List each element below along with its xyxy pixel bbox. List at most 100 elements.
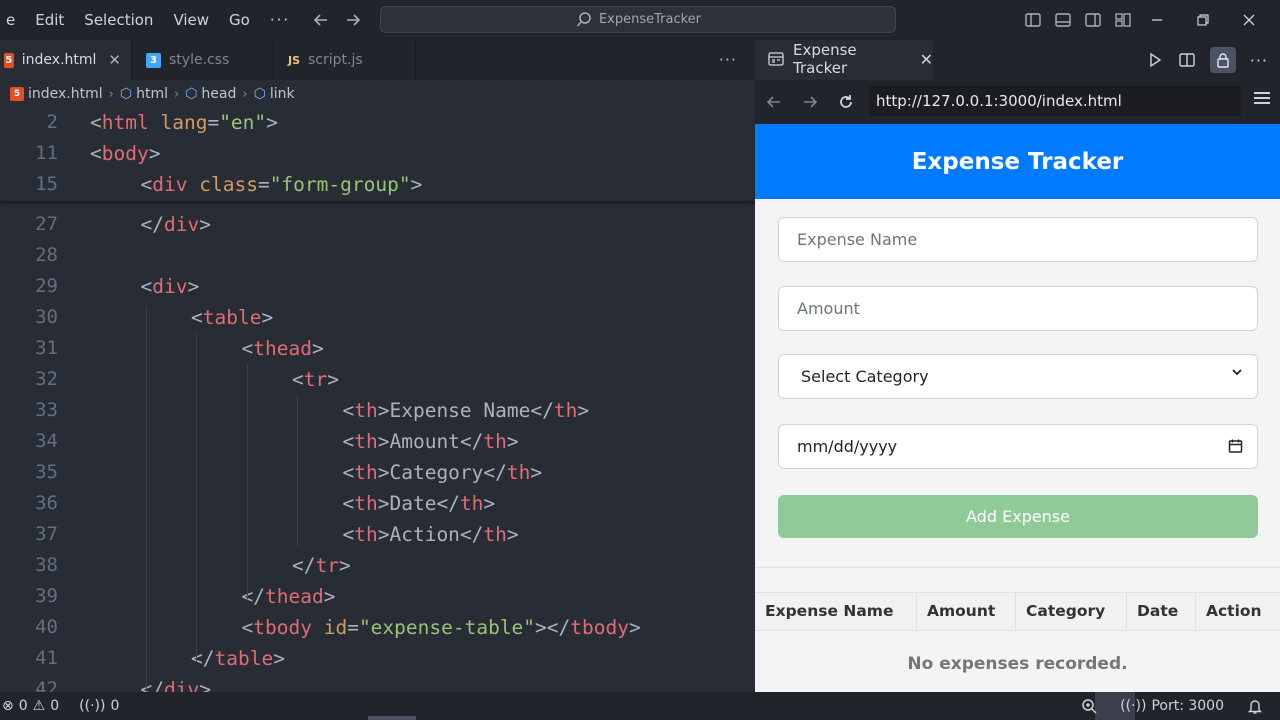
menu-go[interactable]: Go — [219, 0, 260, 40]
code-token: < — [342, 523, 355, 546]
toggle-panel-icon[interactable] — [1054, 11, 1072, 29]
code-line[interactable]: 2 <html lang="en"> — [0, 108, 755, 138]
column-header-action: Action — [1206, 602, 1262, 620]
browser-forward-icon[interactable] — [801, 93, 819, 111]
code-line[interactable]: 40 <tbody id="expense-table"></tbody> — [0, 612, 755, 643]
tab-style-css[interactable]: 3 style.css — [132, 40, 274, 80]
code-line[interactable]: 27 </div> — [0, 209, 755, 240]
calendar-icon[interactable] — [1228, 438, 1243, 458]
url-input[interactable]: http://127.0.0.1:3000/index.html — [869, 86, 1241, 116]
editor-more-actions-button[interactable]: ··· — [719, 40, 737, 80]
code-token: < — [90, 142, 102, 165]
code-line[interactable]: 28 — [0, 240, 755, 271]
code-line[interactable]: 29 <div> — [0, 271, 755, 302]
menu-bar: e Edit Selection View Go ··· — [0, 0, 300, 40]
code-token: lang — [160, 111, 208, 134]
code-line[interactable]: 30 <table> — [0, 302, 755, 333]
category-select-value: Select Category — [801, 367, 929, 386]
code-token: id — [323, 616, 348, 639]
menu-edit[interactable]: Edit — [25, 0, 74, 40]
code-line[interactable]: 38 </tr> — [0, 550, 755, 581]
restore-icon[interactable] — [1194, 11, 1212, 29]
ports-status[interactable]: ((·)) 0 — [79, 698, 119, 714]
line-number: 32 — [35, 368, 58, 390]
section-divider — [755, 567, 1280, 568]
code-token: "en" — [219, 111, 267, 134]
code-token: thead — [264, 585, 324, 608]
category-select[interactable]: Select Category — [778, 354, 1258, 399]
search-icon — [575, 11, 593, 29]
live-server-port[interactable]: ((·)) Port: 3000 — [1120, 698, 1224, 714]
browser-back-icon[interactable] — [765, 93, 783, 111]
code-line[interactable]: 33 <th>Expense Name</th> — [0, 395, 755, 426]
menu-more-button[interactable]: ··· — [260, 0, 300, 40]
customize-layout-icon[interactable] — [1114, 11, 1132, 29]
editor-tab-bar: 5 index.html ✕ 3 style.css JS script.js … — [0, 40, 755, 80]
indent-guide — [145, 306, 147, 692]
code-token: > — [261, 306, 274, 329]
indent-guide — [196, 334, 197, 662]
code-line[interactable]: 42 </div> — [0, 674, 755, 692]
preview-more-actions-button[interactable]: ··· — [1250, 51, 1268, 70]
code-line[interactable]: 31 <thead> — [0, 333, 755, 364]
date-input[interactable]: mm/dd/yyyy — [778, 424, 1258, 469]
code-token: < — [140, 275, 153, 298]
code-line[interactable]: 39 </thead> — [0, 581, 755, 612]
notifications-bell-icon[interactable] — [1246, 697, 1264, 715]
zoom-icon[interactable] — [1080, 697, 1098, 715]
tab-label: style.css — [169, 52, 230, 68]
toggle-primary-sidebar-icon[interactable] — [1024, 11, 1042, 29]
problems-status[interactable]: ⊗ 0 ⚠ 0 — [2, 698, 59, 714]
hamburger-menu-icon[interactable] — [1254, 92, 1270, 107]
reload-icon[interactable] — [837, 93, 855, 111]
breadcrumb-item-html[interactable]: html — [136, 86, 168, 102]
window-controls — [1148, 0, 1258, 40]
forward-arrow-icon[interactable] — [344, 11, 362, 29]
code-token: body — [101, 142, 149, 165]
close-icon[interactable]: ✕ — [920, 50, 933, 69]
expense-name-input[interactable]: Expense Name — [778, 217, 1258, 262]
amount-input[interactable]: Amount — [778, 286, 1258, 331]
breadcrumb-item-file[interactable]: index.html — [28, 86, 103, 102]
code-line[interactable]: 15 <div class="form-group"> — [0, 169, 755, 200]
code-token: > — [187, 275, 200, 298]
back-arrow-icon[interactable] — [312, 11, 330, 29]
close-icon[interactable]: ✕ — [108, 51, 121, 69]
code-token: > — [377, 430, 390, 453]
code-line[interactable]: 34 <th>Amount</th> — [0, 426, 755, 457]
add-expense-button[interactable]: Add Expense — [778, 495, 1258, 538]
line-number: 15 — [35, 173, 58, 195]
code-token: < — [241, 616, 254, 639]
browser-preview-icon — [767, 50, 785, 68]
breadcrumb-item-head[interactable]: head — [201, 86, 236, 102]
code-line[interactable]: 35 <th>Category</th> — [0, 457, 755, 488]
tab-expense-tracker-preview[interactable]: Expense Tracker ✕ — [755, 40, 933, 80]
command-center-search[interactable]: ExpenseTracker — [380, 6, 896, 33]
code-line[interactable]: 37 <th>Action</th> — [0, 519, 755, 550]
toggle-secondary-sidebar-icon[interactable] — [1084, 11, 1102, 29]
run-play-icon[interactable] — [1146, 51, 1164, 69]
minimize-icon[interactable] — [1148, 11, 1166, 29]
code-editor[interactable]: 2 <html lang="en"> 11 <body> 15 <div class="f… — [0, 108, 755, 692]
sticky-scroll-header[interactable]: 2 <html lang="en"> 11 <body> 15 <div class="f… — [0, 108, 755, 202]
menu-file[interactable]: e — [0, 0, 25, 40]
menu-view[interactable]: View — [163, 0, 219, 40]
tab-script-js[interactable]: JS script.js — [274, 40, 416, 80]
code-token: div — [163, 678, 200, 692]
close-window-icon[interactable] — [1240, 11, 1258, 29]
horizontal-scrollbar[interactable] — [368, 716, 416, 720]
code-token: table — [214, 647, 274, 670]
lock-group-button[interactable] — [1209, 47, 1236, 73]
error-icon: ⊗ — [2, 698, 14, 714]
tab-index-html[interactable]: 5 index.html ✕ — [0, 40, 132, 80]
code-line[interactable]: 32 <tr> — [0, 364, 755, 395]
code-line[interactable]: 41 </table> — [0, 643, 755, 674]
code-line[interactable]: 36 <th>Date</th> — [0, 488, 755, 519]
split-editor-icon[interactable] — [1178, 51, 1196, 69]
code-text: </div> — [141, 674, 211, 692]
breadcrumb-item-link[interactable]: link — [270, 86, 295, 102]
code-token: </ — [459, 430, 484, 453]
code-line[interactable]: 11 <body> — [0, 138, 755, 169]
menu-selection[interactable]: Selection — [74, 0, 163, 40]
